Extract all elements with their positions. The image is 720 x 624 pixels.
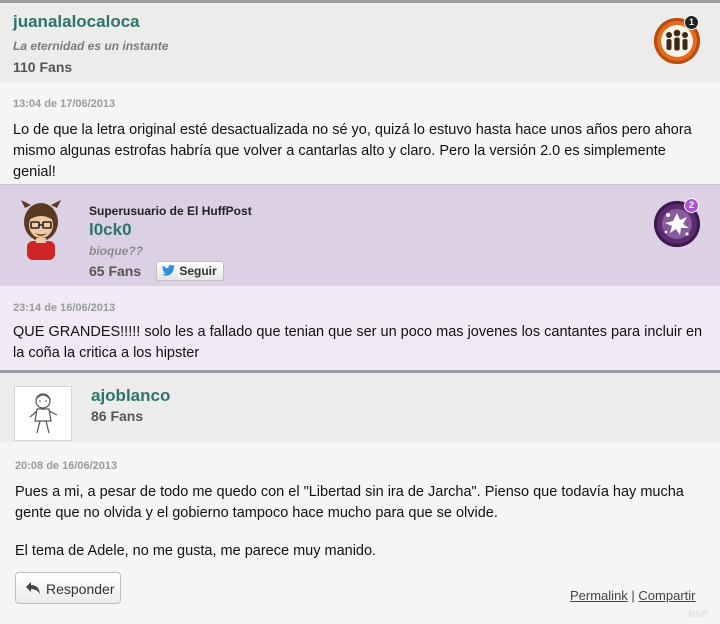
follow-label: Seguir: [179, 264, 217, 278]
comment-3-text-p1: Pues a mi, a pesar de todo me quedo con …: [15, 484, 684, 521]
badge-1-count: 1: [684, 15, 699, 30]
l0ck0-avatar[interactable]: [19, 198, 63, 260]
reply-button[interactable]: Responder: [15, 572, 121, 604]
follow-button[interactable]: Seguir: [156, 261, 224, 281]
comment-1-fans: 110 Fans: [13, 59, 73, 75]
permalink-link[interactable]: Permalink: [570, 588, 628, 603]
comment-2-tagline: bioque??: [89, 244, 143, 258]
reply-arrow-icon: [26, 582, 40, 594]
comment-1-username[interactable]: juanalalocaloca: [13, 12, 140, 32]
comment-1-timestamp[interactable]: 13:04 de 17/06/2013: [13, 98, 115, 110]
comment-3-links: Permalink | Compartir: [570, 588, 696, 603]
share-link[interactable]: Compartir: [638, 588, 695, 603]
comment-3-fans: 86 Fans: [91, 408, 144, 424]
comment-3-text-p2: El tema de Adele, no me gusta, me parece…: [15, 543, 377, 559]
comment-2-username[interactable]: l0ck0: [89, 220, 132, 240]
comment-3-timestamp[interactable]: 20:08 de 16/06/2013: [15, 460, 117, 472]
comment-2-timestamp[interactable]: 23:14 de 16/06/2013: [13, 302, 115, 314]
comment-2-text: QUE GRANDES!!!!! solo les a fallado que …: [13, 324, 703, 361]
comment-3-username[interactable]: ajoblanco: [91, 386, 170, 406]
badge-2-count: 2: [684, 198, 699, 213]
watermark: BNP: [688, 609, 710, 620]
twitter-bird-icon: [161, 264, 176, 276]
comment-1-tagline: La eternidad es un instante: [13, 39, 169, 53]
reply-label: Responder: [46, 581, 115, 597]
ajoblanco-avatar[interactable]: [14, 386, 72, 441]
comment-2-role: Superusuario de El HuffPost: [89, 204, 252, 218]
comment-1-text: Lo de que la letra original esté desactu…: [13, 122, 692, 180]
comment-2-fans: 65 Fans: [89, 263, 142, 279]
